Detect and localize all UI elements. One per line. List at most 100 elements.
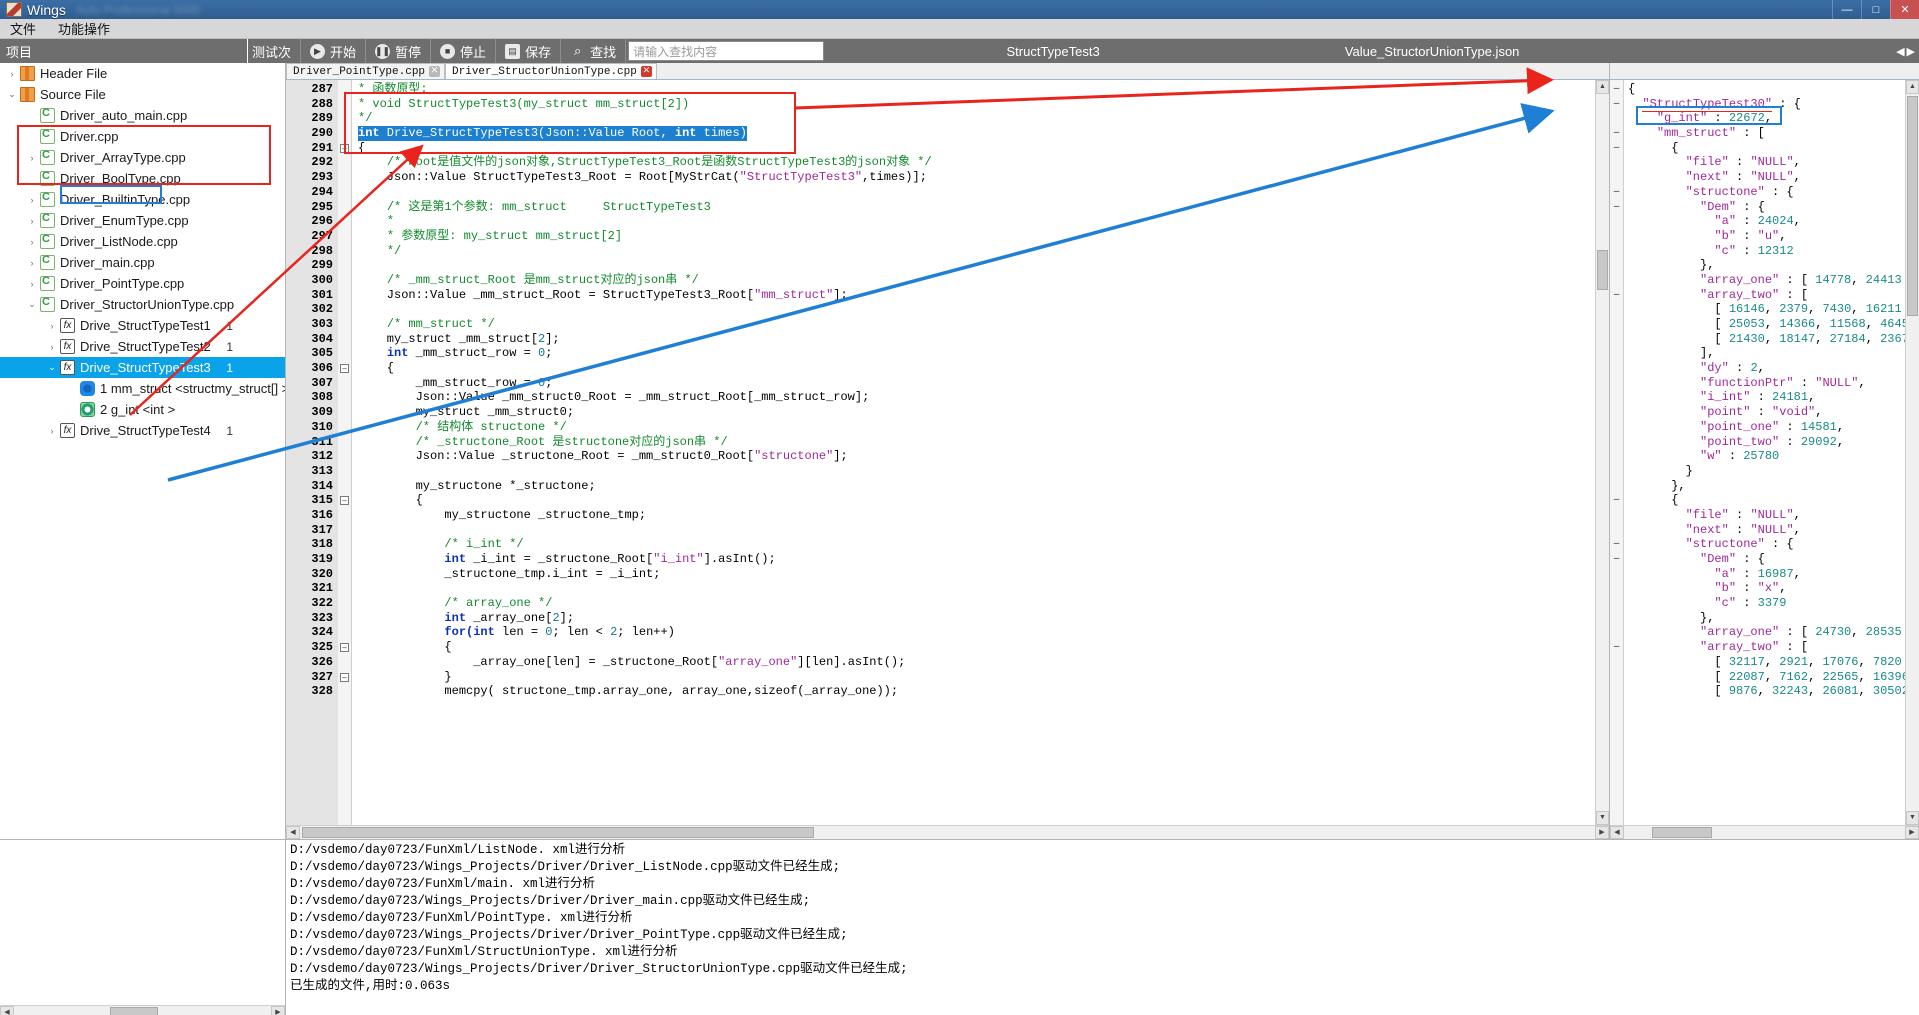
tree-item-driver-builtintype-cpp[interactable]: › Driver_BuiltinType.cpp	[0, 189, 285, 210]
chevron-right-icon[interactable]: ›	[24, 258, 40, 268]
json-fold-toggle-icon[interactable]: –	[1610, 288, 1623, 303]
cpp-file-icon	[40, 296, 55, 312]
close-icon[interactable]: ✕	[640, 66, 652, 77]
bl-hscroll-track[interactable]	[14, 1006, 271, 1015]
tree-item-source-file[interactable]: ⌄ Source File	[0, 84, 285, 105]
pause-button[interactable]: ❚❚ 暂停	[366, 39, 432, 63]
tree-item-driver-auto-main-cpp[interactable]: Driver_auto_main.cpp	[0, 105, 285, 126]
chevron-right-icon[interactable]: ›	[24, 216, 40, 226]
chevron-right-icon[interactable]: ›	[4, 69, 20, 79]
code-text[interactable]: * 函数原型: * void StructTypeTest3(my_struct …	[352, 80, 1595, 825]
editor-tab-driver-structoruniontype-cpp[interactable]: Driver_StructorUnionType.cpp ✕	[445, 63, 657, 79]
chevron-right-icon[interactable]: ›	[44, 426, 60, 436]
menu-item-file[interactable]: 文件	[10, 19, 36, 38]
editor-tab-driver-pointtype-cpp[interactable]: Driver_PointType.cpp ✕	[286, 63, 446, 79]
tree-item-driver-arraytype-cpp[interactable]: › Driver_ArrayType.cpp	[0, 147, 285, 168]
save-button[interactable]: ▤ 保存	[496, 39, 562, 63]
bl-scroll-left-icon[interactable]: ◀	[0, 1006, 14, 1015]
json-scroll-left-icon[interactable]: ◀	[1610, 826, 1624, 839]
fold-toggle-icon[interactable]: –	[338, 493, 351, 508]
scroll-left-arrow-icon[interactable]: ◀	[286, 826, 300, 839]
json-fold-toggle-icon[interactable]: –	[1610, 141, 1623, 156]
find-button[interactable]: ⌕ 查找	[561, 39, 627, 63]
code-fold-column[interactable]: – – – – –	[338, 80, 352, 825]
json-scroll-thumb[interactable]	[1907, 96, 1918, 316]
chevron-down-icon[interactable]: ⌄	[44, 362, 60, 373]
code-editor[interactable]: 287 288 289 290 291 292 293 294 295 296 297 298 299 3…	[286, 80, 1609, 825]
chevron-right-icon[interactable]: ›	[44, 342, 60, 352]
bl-hscroll-thumb[interactable]	[110, 1007, 158, 1015]
json-scroll-up-icon[interactable]: ▲	[1906, 80, 1919, 94]
fold-toggle-icon[interactable]: –	[338, 141, 351, 156]
scroll-down-arrow-icon[interactable]: ▼	[1596, 811, 1609, 825]
tree-item-drive-structtypetest2[interactable]: › fx Drive_StructTypeTest2 1	[0, 336, 285, 357]
json-fold-toggle-icon[interactable]: –	[1610, 640, 1623, 655]
tree-item-drive-structtypetest3[interactable]: ⌄ fx Drive_StructTypeTest3 1	[0, 357, 285, 378]
tree-item-driver-main-cpp[interactable]: › Driver_main.cpp	[0, 252, 285, 273]
editor-vertical-scrollbar[interactable]: ▲ ▼	[1595, 80, 1609, 825]
fold-toggle-icon[interactable]: –	[338, 640, 351, 655]
search-input[interactable]: 请输入查找内容	[628, 41, 825, 61]
close-button[interactable]: ✕	[1890, 0, 1919, 19]
json-fold-toggle-icon[interactable]: –	[1610, 552, 1623, 567]
code-token: _structone_tmp.i_int = _i_int;	[358, 566, 661, 581]
json-fold-toggle-icon[interactable]: –	[1610, 82, 1623, 97]
chevron-right-icon[interactable]: ›	[44, 321, 60, 331]
json-scroll-right-icon[interactable]: ▶	[1905, 826, 1919, 839]
json-fold-toggle-icon[interactable]: –	[1610, 126, 1623, 141]
tree-item-drive-structtypetest4[interactable]: › fx Drive_StructTypeTest4 1	[0, 420, 285, 441]
chevron-down-icon[interactable]: ⌄	[24, 299, 40, 310]
maximize-button[interactable]: □	[1861, 0, 1890, 19]
menu-item-operations[interactable]: 功能操作	[58, 19, 110, 38]
json-text[interactable]: { "StructTypeTest30" : { "g_int" : 22672…	[1624, 80, 1905, 825]
editor-hscroll-thumb[interactable]	[302, 827, 814, 838]
json-fold-toggle-icon[interactable]: –	[1610, 185, 1623, 200]
json-vertical-scrollbar[interactable]: ▲ ▼	[1905, 80, 1919, 825]
chevron-right-icon[interactable]: ›	[24, 153, 40, 163]
close-icon[interactable]: ✕	[429, 66, 441, 77]
bl-scroll-right-icon[interactable]: ▶	[271, 1006, 285, 1015]
chevron-right-icon[interactable]: ›	[24, 195, 40, 205]
tree-item-2-g-int-int-[interactable]: 2 g_int <int >	[0, 399, 285, 420]
editor-hscroll-track[interactable]	[300, 826, 1595, 839]
center-panel-title: StructTypeTest3	[1006, 43, 1100, 59]
nav-prev-icon[interactable]: ◀	[1896, 45, 1904, 58]
nav-next-icon[interactable]: ▶	[1907, 45, 1915, 58]
json-fold-toggle-icon[interactable]: –	[1610, 200, 1623, 215]
json-horizontal-scrollbar[interactable]: ◀ ▶	[1610, 825, 1919, 839]
fold-toggle-icon[interactable]: –	[338, 670, 351, 685]
save-label: 保存	[525, 44, 552, 60]
fold-toggle-icon[interactable]: –	[338, 361, 351, 376]
editor-scroll-thumb[interactable]	[1597, 250, 1608, 290]
json-fold-toggle-icon[interactable]: –	[1610, 493, 1623, 508]
json-body[interactable]: – – – – – – – – – – – { "StructTypeTest30" : { "g_…	[1610, 80, 1919, 825]
tree-item-driver-pointtype-cpp[interactable]: › Driver_PointType.cpp	[0, 273, 285, 294]
tree-item-driver-listnode-cpp[interactable]: › Driver_ListNode.cpp	[0, 231, 285, 252]
chevron-down-icon[interactable]: ⌄	[4, 89, 20, 100]
json-hscroll-track[interactable]	[1624, 826, 1905, 839]
editor-horizontal-scrollbar[interactable]: ◀ ▶	[286, 825, 1609, 839]
tree-item-header-file[interactable]: › Header File	[0, 63, 285, 84]
tree-item-driver-cpp[interactable]: Driver.cpp	[0, 126, 285, 147]
stop-button[interactable]: ■ 停止	[431, 39, 497, 63]
tree-item-driver-booltype-cpp[interactable]: Driver_BoolType.cpp	[0, 168, 285, 189]
chevron-right-icon[interactable]: ›	[24, 279, 40, 289]
scroll-up-arrow-icon[interactable]: ▲	[1596, 80, 1609, 94]
tree-item-driver-structoruniontype-cpp[interactable]: ⌄ Driver_StructorUnionType.cpp	[0, 294, 285, 315]
bottom-left-hscrollbar[interactable]: ◀ ▶	[0, 1005, 285, 1015]
json-fold-spacer	[1610, 302, 1623, 317]
tree-item-drive-structtypetest1[interactable]: › fx Drive_StructTypeTest1 1	[0, 315, 285, 336]
json-hscroll-thumb[interactable]	[1652, 827, 1712, 838]
json-fold-toggle-icon[interactable]: –	[1610, 97, 1623, 112]
start-button[interactable]: ▶ 开始	[301, 39, 367, 63]
output-console[interactable]: D:/vsdemo/day0723/FunXml/ListNode. xml进行…	[286, 840, 1919, 1015]
json-fold-toggle-icon[interactable]: –	[1610, 537, 1623, 552]
scroll-right-arrow-icon[interactable]: ▶	[1595, 826, 1609, 839]
chevron-right-icon[interactable]: ›	[24, 237, 40, 247]
json-scroll-down-icon[interactable]: ▼	[1906, 811, 1919, 825]
json-fold-column[interactable]: – – – – – – – – – – –	[1610, 80, 1624, 825]
tree-item-driver-enumtype-cpp[interactable]: › Driver_EnumType.cpp	[0, 210, 285, 231]
minimize-button[interactable]: —	[1832, 0, 1861, 19]
tree-item-1-mm-struct-structmy-struct-[interactable]: 1 mm_struct <structmy_struct[] >	[0, 378, 285, 399]
